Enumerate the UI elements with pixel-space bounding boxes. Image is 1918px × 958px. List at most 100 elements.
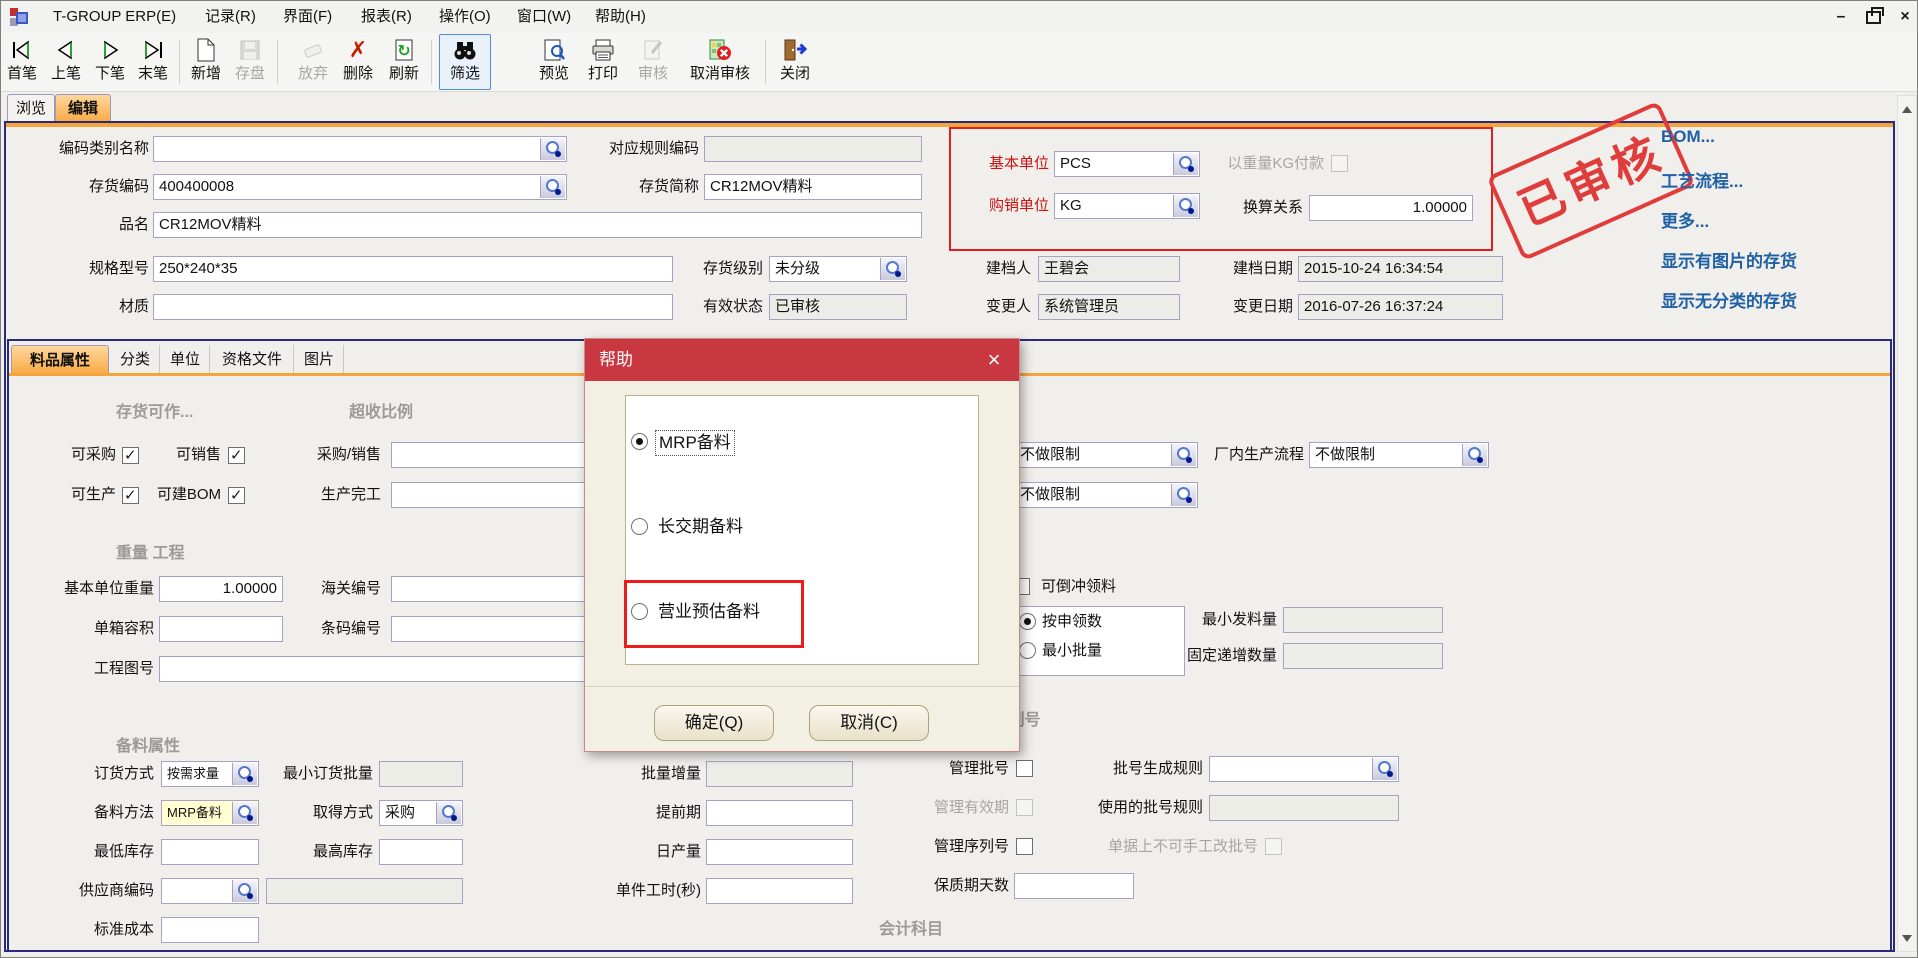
shelf-days-field[interactable] xyxy=(1014,873,1134,899)
scroll-up-button[interactable] xyxy=(1898,98,1916,120)
cancel-button[interactable]: 取消(C) xyxy=(809,705,929,741)
toolbar-refresh[interactable]: ↻ 刷新 xyxy=(383,35,425,89)
lookup-icon[interactable] xyxy=(436,802,461,824)
lookup-icon[interactable] xyxy=(232,802,257,824)
material-field[interactable] xyxy=(153,294,673,320)
grade-field[interactable]: 未分级 xyxy=(769,256,907,282)
toolbar-prev-record[interactable]: 上笔 xyxy=(45,35,87,89)
min-order-field[interactable] xyxy=(379,761,463,787)
dialog-title-bar[interactable]: 帮助 × xyxy=(585,339,1019,381)
toolbar-next-record[interactable]: 下笔 xyxy=(89,35,131,89)
vertical-scrollbar[interactable] xyxy=(1897,95,1917,952)
tab-browse[interactable]: 浏览 xyxy=(7,94,55,123)
lookup-icon[interactable] xyxy=(232,763,257,785)
max-stock-field[interactable] xyxy=(379,839,463,865)
lookup-icon[interactable] xyxy=(880,258,905,280)
daily-output-field[interactable] xyxy=(706,839,853,865)
lookup-icon[interactable] xyxy=(540,138,565,160)
acquire-field[interactable]: 采购 xyxy=(379,800,463,826)
manage-batch-checkbox[interactable] xyxy=(1016,760,1033,777)
purchasable-checkbox[interactable] xyxy=(122,447,139,464)
toolbar-first-record[interactable]: 首笔 xyxy=(1,35,43,89)
fixed-increment-field[interactable] xyxy=(1283,643,1443,669)
no-manual-batch-checkbox[interactable] xyxy=(1265,838,1282,855)
option-long-lead-label[interactable]: 长交期备料 xyxy=(658,515,743,539)
sellable-checkbox[interactable] xyxy=(228,447,245,464)
limit2-field[interactable]: 不做限制 xyxy=(1014,482,1198,508)
toolbar-filter[interactable]: 筛选 xyxy=(439,34,491,90)
unit-time-field[interactable] xyxy=(706,878,853,904)
trade-unit-field[interactable]: KG xyxy=(1054,193,1200,219)
min-stock-field[interactable] xyxy=(161,839,259,865)
link-show-with-image[interactable]: 显示有图片的存货 xyxy=(1661,247,1797,272)
toolbar-preview[interactable]: 预览 xyxy=(531,35,577,89)
subtab-category[interactable]: 分类 xyxy=(111,345,160,374)
manage-valid-checkbox[interactable] xyxy=(1016,799,1033,816)
drawing-field[interactable] xyxy=(159,656,619,682)
lookup-icon[interactable] xyxy=(1171,484,1196,506)
option-forecast-label[interactable]: 营业预估备料 xyxy=(658,600,760,624)
lookup-icon[interactable] xyxy=(1173,195,1198,217)
dialog-close-button[interactable]: × xyxy=(979,345,1009,375)
order-mode-field[interactable]: 按需求量 xyxy=(161,761,259,787)
option-forecast-radio[interactable] xyxy=(631,603,648,620)
box-volume-field[interactable] xyxy=(159,616,283,642)
product-name-field[interactable]: CR12MOV精料 xyxy=(153,212,922,238)
option-long-lead-radio[interactable] xyxy=(631,518,648,535)
subtab-unit[interactable]: 单位 xyxy=(161,345,210,374)
spec-field[interactable]: 250*240*35 xyxy=(153,256,673,282)
base-unit-field[interactable]: PCS xyxy=(1054,151,1200,177)
subtab-qualification[interactable]: 资格文件 xyxy=(211,345,294,374)
batch-rule-field[interactable] xyxy=(1209,756,1399,782)
toolbar-approve[interactable]: 审核 xyxy=(631,35,675,89)
toolbar-print[interactable]: 打印 xyxy=(583,35,623,89)
lookup-icon[interactable] xyxy=(232,880,257,902)
lookup-icon[interactable] xyxy=(1462,444,1487,466)
lookup-icon[interactable] xyxy=(540,176,565,198)
min-issue-field[interactable] xyxy=(1283,607,1443,633)
lookup-icon[interactable] xyxy=(1171,444,1196,466)
minimize-button[interactable]: – xyxy=(1827,5,1855,29)
toolbar-last-record[interactable]: 末笔 xyxy=(131,35,175,89)
menu-interface[interactable]: 界面(F) xyxy=(277,1,338,33)
menu-record[interactable]: 记录(R) xyxy=(199,1,262,33)
conversion-field[interactable]: 1.00000 xyxy=(1309,195,1473,221)
supplier-field[interactable] xyxy=(161,878,259,904)
option-mrp-radio[interactable] xyxy=(631,433,648,450)
toolbar-new[interactable]: 新增 xyxy=(185,35,227,89)
menu-operation[interactable]: 操作(O) xyxy=(433,1,497,33)
manage-serial-checkbox[interactable] xyxy=(1016,838,1033,855)
lookup-icon[interactable] xyxy=(1372,758,1397,780)
producible-checkbox[interactable] xyxy=(122,487,139,504)
lookup-icon[interactable] xyxy=(1173,153,1198,175)
item-abbr-field[interactable]: CR12MOV精料 xyxy=(704,174,922,200)
close-button[interactable]: × xyxy=(1891,5,1918,29)
ok-button[interactable]: 确定(Q) xyxy=(654,705,774,741)
prepare-method-field[interactable]: MRP备料 xyxy=(161,800,259,826)
link-process-flow[interactable]: 工艺流程... xyxy=(1661,167,1743,192)
toolbar-cancel-approve[interactable]: 取消审核 xyxy=(681,35,759,89)
base-weight-field[interactable]: 1.00000 xyxy=(159,576,283,602)
coding-class-field[interactable] xyxy=(153,136,567,162)
restore-button[interactable] xyxy=(1859,5,1887,29)
min-batch-radio[interactable] xyxy=(1019,642,1036,659)
menu-window[interactable]: 窗口(W) xyxy=(511,1,577,33)
menu-tgroup-erp[interactable]: T-GROUP ERP(E) xyxy=(47,1,182,33)
toolbar-close[interactable]: 关闭 xyxy=(773,35,817,89)
rule-code-field[interactable] xyxy=(704,136,922,162)
by-apply-radio[interactable] xyxy=(1019,613,1036,630)
limit1-field[interactable]: 不做限制 xyxy=(1014,442,1198,468)
option-mrp-label[interactable]: MRP备料 xyxy=(655,430,735,456)
link-bom[interactable]: BOM... xyxy=(1661,127,1715,147)
link-more[interactable]: 更多... xyxy=(1661,207,1709,232)
scroll-down-button[interactable] xyxy=(1898,927,1916,949)
subtab-item-attributes[interactable]: 料品属性 xyxy=(11,345,109,375)
batch-increment-field[interactable] xyxy=(706,761,853,787)
pay-by-weight-checkbox[interactable] xyxy=(1331,155,1348,172)
bom-checkbox[interactable] xyxy=(228,487,245,504)
link-show-uncategorized[interactable]: 显示无分类的存货 xyxy=(1661,287,1797,312)
item-code-field[interactable]: 400400008 xyxy=(153,174,567,200)
factory-flow-field[interactable]: 不做限制 xyxy=(1309,442,1489,468)
tab-edit[interactable]: 编辑 xyxy=(55,94,111,123)
toolbar-discard[interactable]: 放弃 xyxy=(291,35,335,89)
